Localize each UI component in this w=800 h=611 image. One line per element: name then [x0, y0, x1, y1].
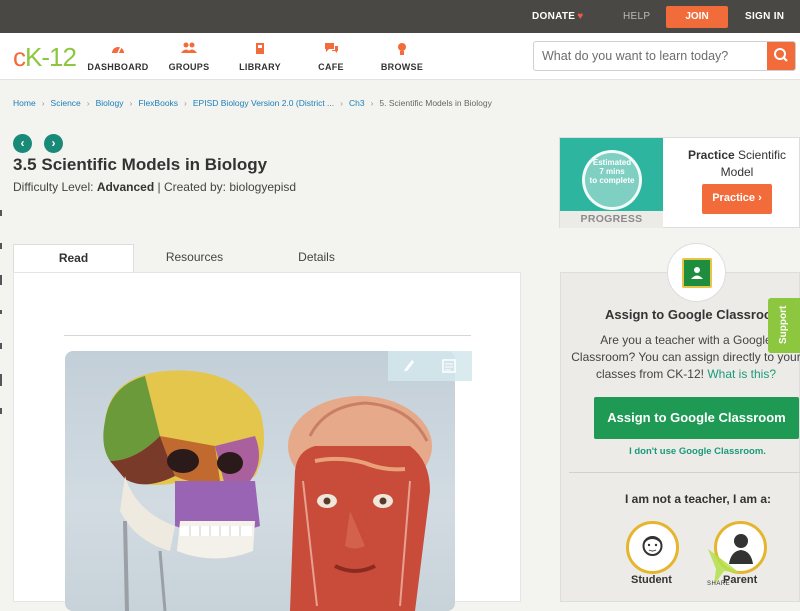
tab-resources[interactable]: Resources: [134, 244, 255, 273]
nav-dashboard-label: DASHBOARD: [87, 62, 149, 72]
breadcrumb: Home › Science › Biology › FlexBooks › EPISD Bio…: [13, 98, 492, 108]
divider: [569, 472, 800, 473]
search-icon: [774, 48, 788, 62]
search-input[interactable]: [534, 42, 768, 70]
edge-mark: [0, 243, 2, 249]
breadcrumb-current: 5. Scientific Models in Biology: [379, 98, 492, 108]
logo-k: K: [25, 42, 42, 72]
tab-details[interactable]: Details: [256, 244, 377, 273]
nav-dashboard[interactable]: DASHBOARD: [78, 42, 158, 72]
support-label: Support: [778, 305, 789, 344]
breadcrumb-separator: ›: [340, 98, 343, 108]
page-title: 3.5 Scientific Models in Biology: [13, 155, 268, 174]
donate-label: DONATE: [532, 11, 576, 22]
next-button[interactable]: ›: [44, 134, 63, 153]
breadcrumb-separator: ›: [370, 98, 374, 108]
join-button[interactable]: JOIN: [666, 6, 728, 28]
estimate-mins: 7 mins: [599, 167, 625, 176]
assign-title: Assign to Google Classroom: [605, 307, 784, 322]
estimate-text: Estimated 7 mins to complete: [584, 158, 640, 185]
practice-card: Estimated 7 mins to complete PROGRESS Prac…: [559, 137, 800, 228]
logo-c: c: [13, 42, 26, 72]
edge-mark: [0, 310, 2, 314]
chevron-right-icon: ›: [758, 192, 762, 204]
nav-cafe[interactable]: CAFE: [291, 42, 371, 72]
donate-link[interactable]: DONATE ♥: [532, 0, 584, 33]
read-panel: [13, 272, 521, 611]
browse-icon: [362, 42, 442, 58]
breadcrumb-separator: ›: [129, 98, 133, 108]
estimate-complete: to complete: [589, 176, 635, 185]
estimate-label: Estimated: [592, 158, 632, 167]
practice-button[interactable]: Practice ›: [702, 184, 772, 214]
practice-button-label: Practice: [712, 192, 756, 204]
divider: [64, 335, 471, 336]
skull-model-image: [65, 351, 455, 611]
breadcrumb-science[interactable]: Science: [51, 98, 81, 108]
chevron-right-icon: ›: [51, 136, 56, 150]
image-tools: [388, 351, 472, 381]
breadcrumb-book[interactable]: EPISD Biology Version 2.0 (District ...: [193, 98, 334, 108]
breadcrumb-home[interactable]: Home: [13, 98, 36, 108]
created-by: | Created by: biologyepisd: [154, 180, 297, 194]
edge-mark: [0, 374, 2, 386]
assign-google-classroom-button[interactable]: Assign to Google Classroom: [594, 397, 799, 439]
nav-groups-label: GROUPS: [168, 62, 210, 72]
nav-library-label: LIBRARY: [239, 62, 281, 72]
groups-icon: [149, 42, 229, 58]
breadcrumb-flexbooks[interactable]: FlexBooks: [138, 98, 178, 108]
google-classroom-icon: [682, 258, 712, 288]
help-link[interactable]: HELP: [623, 0, 650, 33]
content-tabs: Read Resources Details: [13, 244, 521, 273]
chevron-left-icon: ‹: [20, 136, 25, 150]
nav-browse-label: BROWSE: [380, 62, 424, 72]
top-bar: DONATE ♥ HELP JOIN SIGN IN: [0, 0, 800, 33]
pencil-icon[interactable]: [402, 357, 416, 378]
library-icon: [220, 42, 300, 58]
breadcrumb-separator: ›: [41, 98, 45, 108]
difficulty-value: Advanced: [96, 180, 155, 194]
difficulty-label: Difficulty Level:: [13, 180, 97, 194]
google-classroom-logo: [667, 243, 726, 302]
nav-groups[interactable]: GROUPS: [149, 42, 229, 72]
page-meta: Difficulty Level: Advanced | Created by:…: [13, 180, 296, 194]
nav-browse[interactable]: BROWSE: [362, 42, 442, 72]
breadcrumb-chapter[interactable]: Ch3: [349, 98, 365, 108]
share-label[interactable]: SHARE: [707, 581, 730, 587]
breadcrumb-biology[interactable]: Biology: [96, 98, 124, 108]
heart-icon: ♥: [577, 11, 584, 22]
tab-read[interactable]: Read: [13, 244, 134, 273]
practice-title-bold: Practice: [687, 148, 735, 162]
progress-widget: Estimated 7 mins to complete PROGRESS: [560, 138, 663, 228]
edge-mark: [0, 343, 2, 349]
cafe-icon: [291, 42, 371, 58]
nav-cafe-label: CAFE: [318, 62, 344, 72]
nav-library[interactable]: LIBRARY: [220, 42, 300, 72]
progress-label: PROGRESS: [560, 211, 663, 228]
edge-mark: [0, 210, 2, 216]
assign-description: Are you a teacher with a Google Classroo…: [570, 332, 800, 383]
dont-use-link[interactable]: I don't use Google Classroom.: [560, 446, 800, 457]
student-label: Student: [631, 574, 672, 586]
support-tab[interactable]: Support: [768, 298, 800, 353]
prev-button[interactable]: ‹: [13, 134, 32, 153]
notes-icon[interactable]: [442, 359, 456, 378]
edge-mark: [0, 408, 2, 414]
sign-in-link[interactable]: SIGN IN: [745, 0, 784, 33]
logo-dash: -: [41, 42, 50, 72]
not-teacher-label: I am not a teacher, I am a:: [625, 492, 772, 506]
student-icon: [642, 536, 663, 556]
student-role-button[interactable]: [626, 521, 679, 574]
search-button[interactable]: [767, 42, 795, 70]
ck12-logo[interactable]: cK-12: [13, 42, 77, 73]
breadcrumb-separator: ›: [86, 98, 90, 108]
search-box: [533, 41, 796, 71]
practice-title: Practice Scientific Model: [673, 147, 800, 181]
what-is-this-link[interactable]: What is this?: [707, 367, 776, 381]
breadcrumb-separator: ›: [184, 98, 187, 108]
logo-num: 12: [49, 42, 77, 72]
dashboard-icon: [78, 42, 158, 58]
edge-mark: [0, 275, 2, 285]
